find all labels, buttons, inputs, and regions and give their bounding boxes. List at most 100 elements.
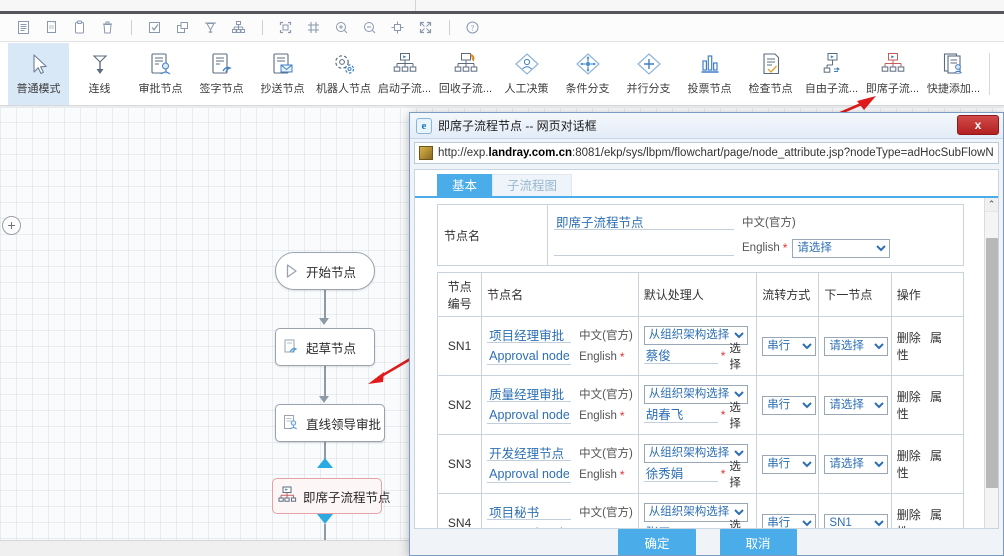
ribbon-item-connector[interactable]: 连线 xyxy=(69,43,130,105)
ribbon-item-flow[interactable]: 流程 xyxy=(995,43,1004,105)
row-name-en-input[interactable] xyxy=(487,526,571,528)
flow-node-adhoc-subflow[interactable]: 即席子流程节点 xyxy=(272,478,382,514)
name-en-row: English * xyxy=(487,346,633,368)
ribbon-item-condition-branch[interactable]: 条件分支 xyxy=(557,43,618,105)
connector-arrow xyxy=(319,318,329,325)
row-name-en-input[interactable] xyxy=(487,467,571,483)
fit-selection-icon[interactable] xyxy=(272,16,298,40)
handler-value-input[interactable] xyxy=(644,466,718,482)
zoom-in-icon[interactable] xyxy=(328,16,354,40)
ribbon-item-check-node[interactable]: 检查节点 xyxy=(740,43,801,105)
dialog-scrollbar[interactable]: ⌃ xyxy=(984,198,998,528)
tree-layout-icon[interactable] xyxy=(225,16,251,40)
ribbon-item-normal-mode[interactable]: 普通模式 xyxy=(8,43,69,105)
ribbon-item-signature-node[interactable]: 签字节点 xyxy=(191,43,252,105)
ribbon-item-manual-decision[interactable]: 人工决策 xyxy=(496,43,557,105)
row-name-en-input[interactable] xyxy=(487,408,571,424)
node-name-en-input[interactable] xyxy=(554,240,734,256)
align-icon[interactable] xyxy=(197,16,223,40)
condition-branch-icon xyxy=(573,49,603,81)
handler-value-input[interactable] xyxy=(644,348,718,364)
handler-value-input[interactable] xyxy=(644,407,718,423)
choose-handler-link[interactable]: 选择 xyxy=(729,399,751,431)
cell-handler: 从组织架构选择 * 选择 xyxy=(638,317,756,376)
dialog-url-bar[interactable]: http://exp.landray.com.cn:8081/ekp/sys/l… xyxy=(414,142,999,164)
scroll-up-icon[interactable]: ⌃ xyxy=(985,198,998,212)
row-name-zh-input[interactable] xyxy=(487,504,571,520)
fullscreen-icon[interactable] xyxy=(412,16,438,40)
choose-handler-link[interactable]: 选择 xyxy=(729,458,751,490)
required-mark: * xyxy=(620,468,625,482)
ribbon-item-free-subflow[interactable]: 自由子流... xyxy=(801,43,862,105)
name-en-row: English * xyxy=(487,405,633,427)
delete-row-link[interactable]: 删除 xyxy=(897,508,921,522)
table-header-row: 节点 编号 节点名 默认处理人 流转方式 下一节点 操作 xyxy=(438,273,964,317)
language-select[interactable]: 请选择 xyxy=(792,239,890,258)
next-node-select[interactable]: SN1 xyxy=(824,514,888,529)
scrollbar-thumb[interactable] xyxy=(986,238,998,488)
node-name-zh-input[interactable] xyxy=(554,214,734,230)
flow-node-draft[interactable]: 起草节点 xyxy=(275,328,375,366)
close-icon[interactable]: x xyxy=(957,115,999,135)
cell-handler: 从组织架构选择 * 选择 xyxy=(638,435,756,494)
new-document-icon[interactable] xyxy=(10,16,36,40)
canvas-add-button[interactable]: + xyxy=(2,216,21,235)
ribbon-item-label: 检查节点 xyxy=(749,83,793,96)
zoom-out-icon[interactable] xyxy=(356,16,382,40)
vote-node-icon xyxy=(696,49,724,81)
row-name-zh-input[interactable] xyxy=(487,445,571,461)
flow-mode-select[interactable]: 串行 xyxy=(762,455,816,474)
flow-node-start[interactable]: 开始节点 xyxy=(275,252,375,290)
check-node-icon xyxy=(757,49,785,81)
ribbon-item-quick-add[interactable]: 快捷添加... xyxy=(923,43,984,105)
cancel-button[interactable]: 取消 xyxy=(720,529,797,556)
col-header-handler: 默认处理人 xyxy=(638,273,756,317)
row-name-en-input[interactable] xyxy=(487,349,571,365)
help-icon[interactable]: ? xyxy=(459,16,485,40)
next-node-select[interactable]: 请选择 xyxy=(824,337,888,356)
cell-operation: 删除 属性 xyxy=(891,494,963,529)
canvas-top-edge xyxy=(0,106,1004,108)
ribbon-item-approval-node[interactable]: 审批节点 xyxy=(130,43,191,105)
ribbon-item-label: 抄送节点 xyxy=(261,83,305,96)
ribbon-item-vote-node[interactable]: 投票节点 xyxy=(679,43,740,105)
paste-icon[interactable] xyxy=(66,16,92,40)
row-name-zh-input[interactable] xyxy=(487,327,571,343)
confirm-button[interactable]: 确定 xyxy=(618,529,695,556)
next-node-select[interactable]: 请选择 xyxy=(824,396,888,415)
ribbon-item-parallel-branch[interactable]: 并行分支 xyxy=(618,43,679,105)
handler-value-input[interactable] xyxy=(644,525,718,529)
dialog-title-bar[interactable]: e 即席子流程节点 -- 网页对话框 x xyxy=(410,113,1003,139)
ribbon-item-label: 自由子流... xyxy=(805,83,858,96)
flow-node-leader-approval[interactable]: 直线领导审批 xyxy=(275,404,385,442)
node-name-label: 节点名 xyxy=(438,205,548,266)
flow-node-label: 开始节点 xyxy=(306,262,356,281)
actual-size-icon[interactable] xyxy=(384,16,410,40)
delete-row-link[interactable]: 删除 xyxy=(897,331,921,345)
ribbon-item-recycle-subflow[interactable]: 回收子流... xyxy=(435,43,496,105)
flow-mode-select[interactable]: 串行 xyxy=(762,337,816,356)
flow-mode-select[interactable]: 串行 xyxy=(762,514,816,529)
copy-document-icon[interactable] xyxy=(38,16,64,40)
tab-subflow-diagram[interactable]: 子流程图 xyxy=(492,174,572,196)
ribbon-item-adhoc-subflow[interactable]: 即席子流... xyxy=(862,43,923,105)
row-name-zh-input[interactable] xyxy=(487,386,571,402)
grid-icon[interactable] xyxy=(300,16,326,40)
adhoc-subflow-icon xyxy=(879,49,907,81)
choose-handler-link[interactable]: 选择 xyxy=(729,340,751,372)
delete-row-link[interactable]: 删除 xyxy=(897,390,921,404)
delete-row-link[interactable]: 删除 xyxy=(897,449,921,463)
approval-node-icon xyxy=(147,49,175,81)
ribbon-item-cc-node[interactable]: 抄送节点 xyxy=(252,43,313,105)
cell-node-name: 中文(官方) English * xyxy=(482,317,639,376)
flow-mode-select[interactable]: 串行 xyxy=(762,396,816,415)
delete-trash-icon[interactable] xyxy=(94,16,120,40)
next-node-select[interactable]: 请选择 xyxy=(824,455,888,474)
choose-handler-link[interactable]: 选择 xyxy=(729,517,751,529)
cell-flow-mode: 串行 xyxy=(757,317,819,376)
tab-basic[interactable]: 基本 xyxy=(437,174,492,196)
select-all-icon[interactable] xyxy=(141,16,167,40)
group-shapes-icon[interactable] xyxy=(169,16,195,40)
ribbon-item-start-subflow[interactable]: 启动子流... xyxy=(374,43,435,105)
ribbon-item-robot-node[interactable]: 机器人节点 xyxy=(313,43,374,105)
